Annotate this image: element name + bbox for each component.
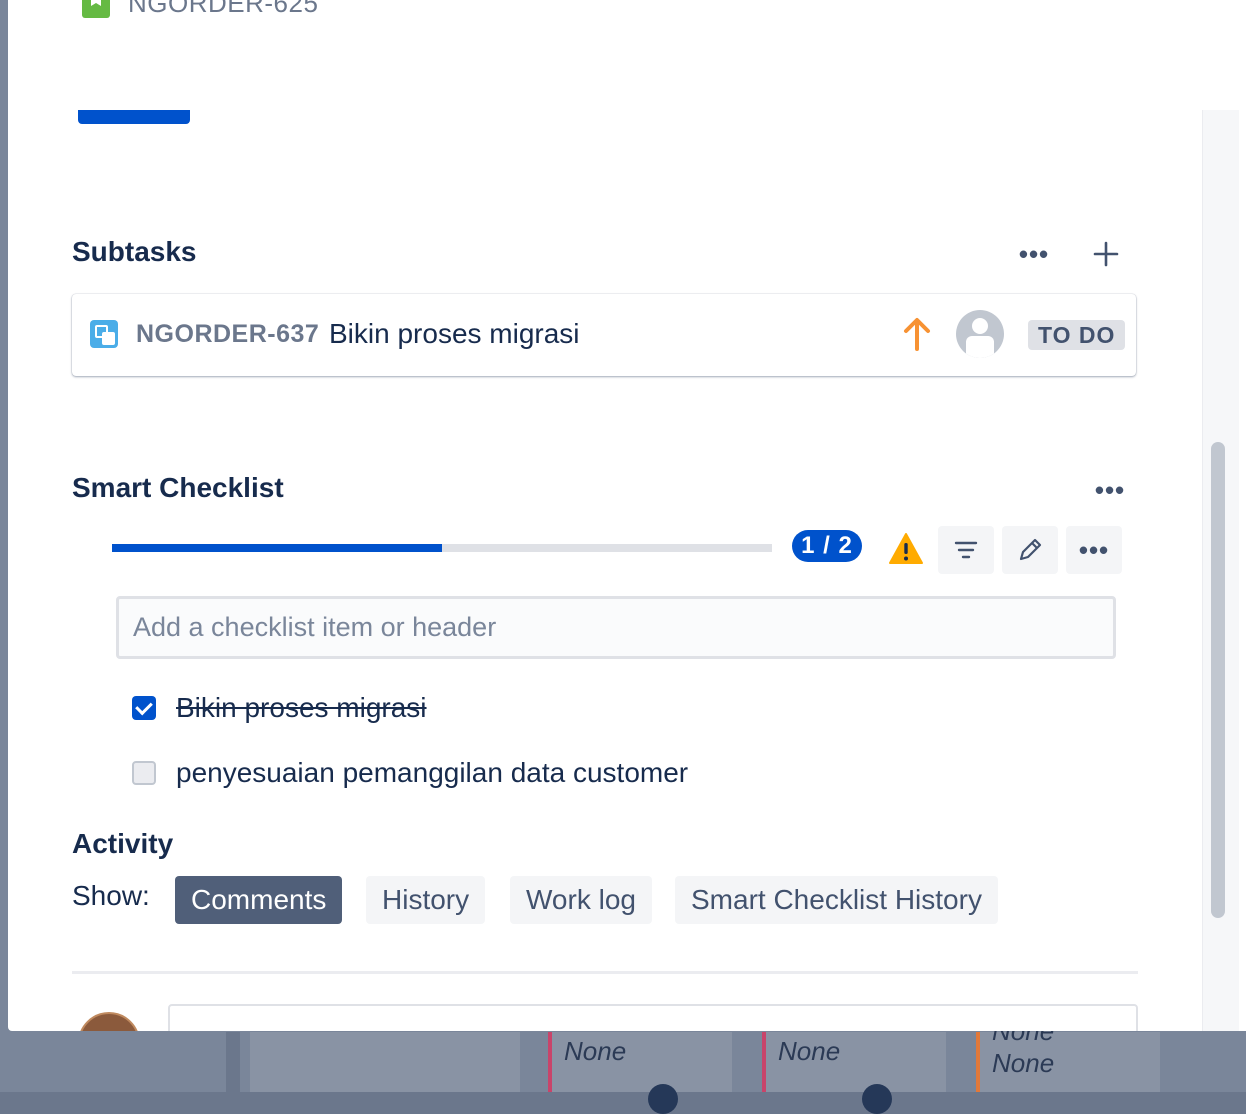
card-field-value: None — [992, 1048, 1055, 1078]
activity-title: Activity — [72, 828, 174, 859]
board-column-divider — [226, 1032, 240, 1092]
status-lozenge[interactable]: TO DO — [1028, 320, 1126, 350]
smart-checklist-title: Smart Checklist — [72, 472, 284, 503]
current-user-avatar — [78, 1012, 140, 1031]
add-subtask-icon[interactable] — [1084, 234, 1128, 274]
tab-comments[interactable]: Comments — [175, 876, 343, 924]
checkbox-unchecked[interactable] — [132, 761, 156, 785]
checkbox-checked[interactable] — [132, 696, 156, 720]
tab-history[interactable]: History — [366, 876, 486, 924]
more-icon: ••• — [1078, 535, 1110, 565]
card-color-strip — [976, 1032, 980, 1092]
subtask-row[interactable]: NGORDER-637 Bikin proses migrasi TO DO — [72, 294, 1136, 376]
card-color-strip — [548, 1032, 552, 1092]
primary-action-button[interactable] — [78, 110, 190, 124]
comment-input[interactable] — [168, 1004, 1138, 1031]
checklist-item[interactable]: Bikin proses migrasi — [132, 692, 427, 724]
subtasks-more-icon[interactable]: ••• — [1012, 238, 1056, 270]
subtasks-title: Subtasks — [72, 236, 197, 267]
checklist-item[interactable]: penyesuaian pemanggilan data customer — [132, 757, 688, 789]
checklist-item-text[interactable]: Bikin proses migrasi — [176, 692, 427, 724]
warning-icon[interactable] — [888, 532, 924, 566]
filter-button[interactable] — [938, 526, 994, 574]
board-column — [250, 1032, 520, 1092]
card-color-strip — [762, 1032, 766, 1092]
card-avatar — [648, 1084, 678, 1114]
card-field-value: None — [778, 1036, 841, 1066]
priority-high-icon — [904, 318, 930, 351]
subtask-summary[interactable]: Bikin proses migrasi — [329, 318, 580, 350]
activity-divider — [72, 971, 1138, 974]
card-avatar — [862, 1084, 892, 1114]
issue-detail-modal: NGORDER-625 Subtasks ••• NGORDER-637 Bik… — [8, 0, 1246, 1031]
unassigned-avatar-icon[interactable] — [956, 310, 1004, 358]
tab-smart-checklist-history[interactable]: Smart Checklist History — [675, 876, 998, 924]
edit-button[interactable] — [1002, 526, 1058, 574]
tab-work-log[interactable]: Work log — [510, 876, 652, 924]
checklist-more-icon[interactable]: ••• — [1088, 474, 1132, 506]
scrollbar-thumb[interactable] — [1211, 442, 1225, 918]
checklist-progress-bar — [112, 544, 772, 552]
checklist-item-text[interactable]: penyesuaian pemanggilan data customer — [176, 757, 688, 789]
card-field-value: None — [564, 1036, 627, 1066]
issue-key-breadcrumb[interactable]: NGORDER-625 — [128, 0, 318, 19]
subtask-type-icon — [90, 320, 118, 348]
checklist-add-item-input[interactable] — [116, 596, 1116, 659]
checklist-progress-fill — [112, 544, 442, 552]
checklist-toolbar-more-button[interactable]: ••• — [1066, 526, 1122, 574]
pencil-icon — [1019, 538, 1042, 561]
story-icon — [82, 0, 110, 18]
filter-icon — [954, 541, 978, 559]
checklist-progress-badge: 1 / 2 — [792, 530, 862, 562]
subtask-key[interactable]: NGORDER-637 — [136, 320, 319, 349]
activity-show-label: Show: — [72, 880, 150, 911]
